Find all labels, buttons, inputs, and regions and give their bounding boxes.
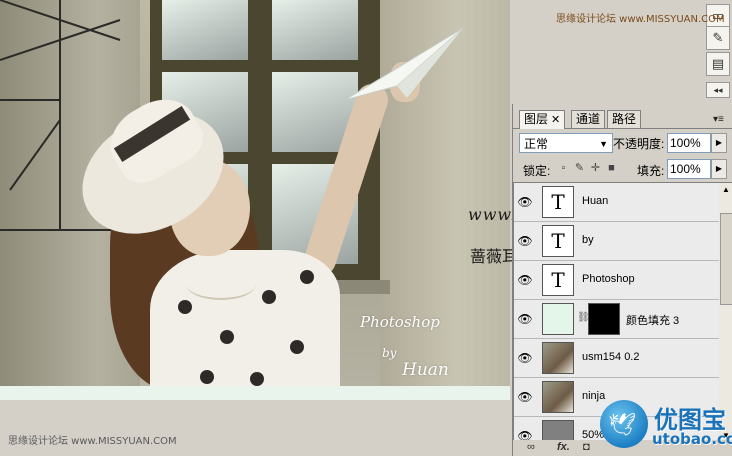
photo-dress-dot: [250, 372, 264, 386]
opacity-input[interactable]: 100%: [667, 133, 711, 153]
photo-signature-huan: Huan: [402, 360, 449, 380]
close-icon[interactable]: ✕: [551, 114, 560, 126]
tool-presets-icon[interactable]: ✎: [706, 26, 730, 50]
layer-row[interactable]: 👁 T by: [514, 222, 720, 261]
fill-input[interactable]: 100%: [667, 159, 711, 179]
utobao-logo: 🕊 优图宝 utobao.com: [594, 394, 732, 456]
photo-window-pane: [162, 0, 248, 60]
chevron-down-icon: ▼: [599, 139, 608, 149]
fill-slider-arrow-icon[interactable]: ▶: [711, 159, 727, 179]
photo-signature-photoshop: Photoshop: [360, 313, 440, 331]
photo-dress-dot: [220, 330, 234, 344]
logo-url: utobao.com: [652, 430, 732, 448]
lock-label: 锁定:: [523, 164, 551, 178]
opacity-label: 不透明度:: [613, 137, 665, 151]
link-layers-icon[interactable]: ∞: [527, 441, 535, 453]
layer-thumbnail: T: [542, 225, 574, 257]
tab-channels-label: 通道: [576, 112, 601, 126]
scroll-thumb[interactable]: [720, 213, 732, 305]
layer-name: Photoshop: [582, 273, 635, 285]
photo-signature-by: by: [382, 346, 397, 360]
eye-icon[interactable]: 👁: [516, 271, 534, 289]
photo-dress-dot: [178, 300, 192, 314]
photo-dress-dot: [300, 270, 314, 284]
lock-transparent-icon[interactable]: ▫: [557, 161, 570, 175]
eye-icon[interactable]: 👁: [516, 193, 534, 211]
lock-pixels-icon[interactable]: ✎: [573, 161, 586, 175]
watermark-top: 思缘设计论坛 www.MISSYUAN.COM: [556, 14, 725, 25]
layer-name: usm154 0.2: [582, 351, 640, 363]
blend-mode-value: 正常: [524, 137, 549, 151]
eye-icon[interactable]: 👁: [516, 310, 534, 328]
layer-name: 颜色填充 3: [626, 315, 680, 327]
tab-channels[interactable]: 通道: [571, 110, 606, 128]
photo-dress-dot: [290, 340, 304, 354]
layer-thumbnail: [542, 381, 574, 413]
scroll-up-icon[interactable]: ▲: [719, 183, 732, 197]
bird-icon: 🕊: [608, 412, 636, 437]
layer-thumbnail: T: [542, 264, 574, 296]
blend-mode-select[interactable]: 正常 ▼: [519, 133, 613, 153]
layer-thumbnail: T: [542, 186, 574, 218]
photo-necklace: [186, 268, 256, 300]
layer-row[interactable]: 👁 ⛓ 颜色填充 3: [514, 300, 720, 339]
eye-icon[interactable]: 👁: [516, 232, 534, 250]
panel-collapse-icon[interactable]: ◂◂: [706, 82, 730, 98]
layer-row[interactable]: 👁 T Huan: [514, 183, 720, 222]
layer-comps-icon[interactable]: ▤: [706, 52, 730, 76]
layer-row[interactable]: 👁 usm154 0.2: [514, 339, 720, 378]
lock-row: 锁定: ▫ ✎ ✛ ■ 填充: 100% ▶: [513, 158, 732, 180]
layer-row[interactable]: 👁 T Photoshop: [514, 261, 720, 300]
tab-layers-label: 图层: [524, 112, 549, 126]
layer-thumbnail: [542, 420, 574, 441]
panel-tabs: 图层 ✕ 通道 路径 ▾≡: [513, 108, 732, 129]
layer-thumbnail: [542, 303, 574, 335]
layer-mask-thumbnail[interactable]: [588, 303, 620, 335]
tab-layers[interactable]: 图层 ✕: [519, 110, 566, 129]
lock-all-icon[interactable]: ■: [605, 161, 618, 175]
panel-menu-icon[interactable]: ▾≡: [713, 114, 727, 126]
eye-icon[interactable]: 👁: [516, 388, 534, 406]
eye-icon[interactable]: 👁: [516, 349, 534, 367]
layer-name: Huan: [582, 195, 609, 207]
tab-paths[interactable]: 路径: [607, 110, 642, 128]
photo-paper-plane: [345, 27, 464, 101]
lock-position-icon[interactable]: ✛: [589, 161, 602, 175]
layer-thumbnail: [542, 342, 574, 374]
fill-label: 填充:: [637, 164, 665, 178]
document-canvas[interactable]: Photoshop by Huan: [0, 0, 510, 400]
watermark-bottom: 思缘设计论坛 www.MISSYUAN.COM: [8, 436, 177, 447]
photo-dress-dot: [262, 290, 276, 304]
blend-row: 正常 ▼ 不透明度: 100% ▶: [513, 132, 732, 154]
fx-icon[interactable]: fx.: [557, 441, 570, 453]
photo-dress-dot: [200, 370, 214, 384]
tab-paths-label: 路径: [612, 112, 637, 126]
layer-name: by: [582, 234, 594, 246]
opacity-slider-arrow-icon[interactable]: ▶: [711, 133, 727, 153]
photo-bottom-strip: [0, 386, 510, 400]
add-mask-icon[interactable]: ◘: [583, 441, 590, 453]
